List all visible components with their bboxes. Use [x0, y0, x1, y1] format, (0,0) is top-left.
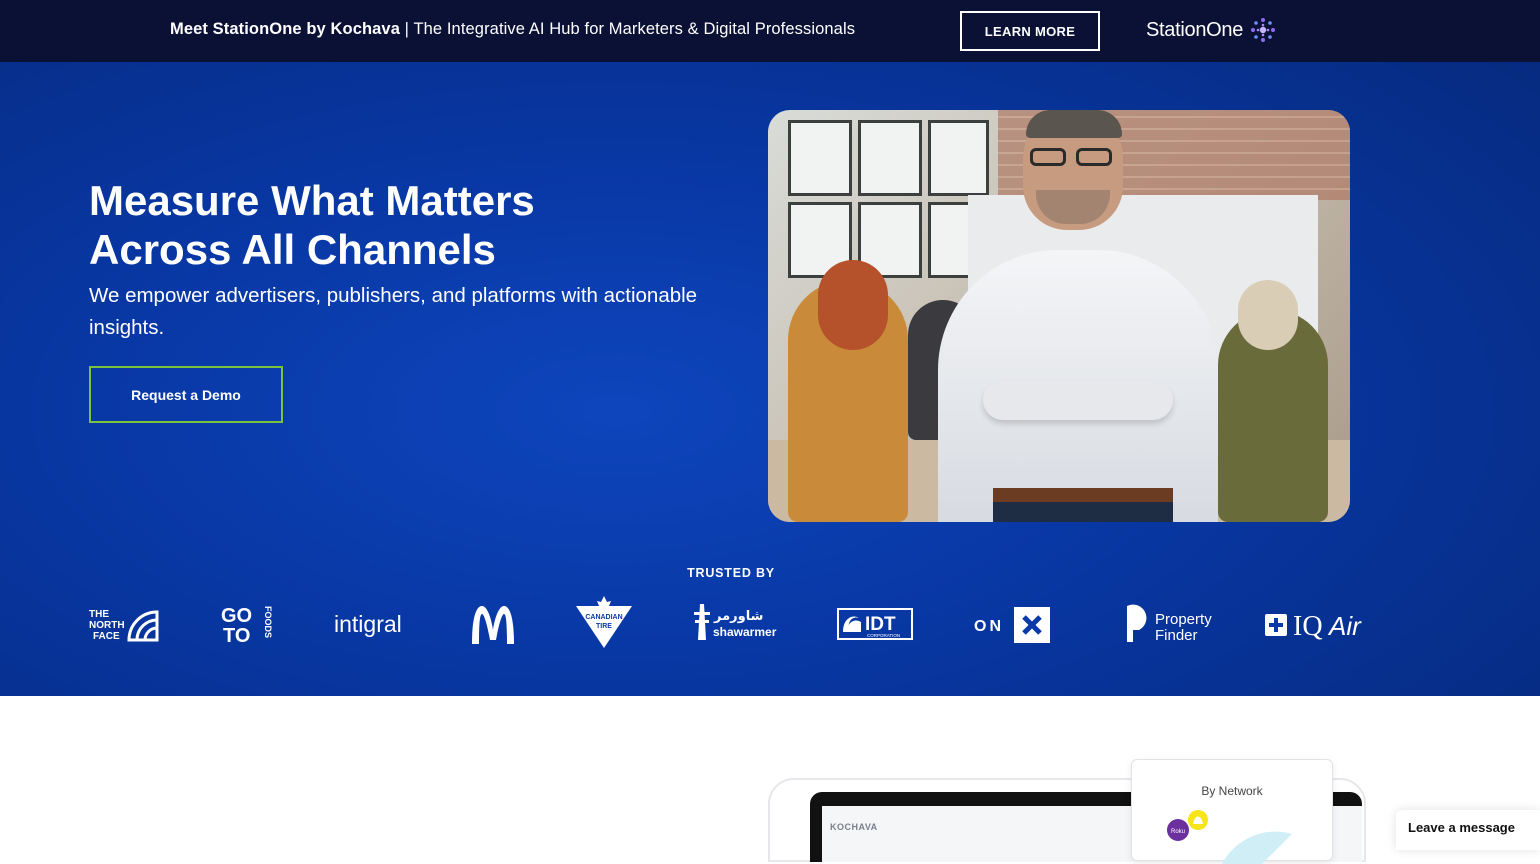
property-finder-logo: Property Finder [1125, 602, 1219, 646]
chat-widget-label: Leave a message [1408, 820, 1515, 835]
shawarmer-logo: شاورمر shawarmer [692, 600, 778, 646]
client-logos: THE NORTH FACE GO TO FOODS intigral CANA… [0, 594, 1540, 654]
svg-text:Finder: Finder [1155, 627, 1198, 644]
iqair-logo: IQ Air [1265, 606, 1375, 642]
photo-colleague-head [1238, 280, 1298, 350]
learn-more-button[interactable]: LEARN MORE [960, 11, 1100, 51]
svg-text:Roku: Roku [1171, 829, 1185, 835]
network-donut-chart: Roku [1167, 810, 1292, 864]
onx-logo: ON [974, 606, 1052, 644]
stationone-logo[interactable]: StationOne [1146, 16, 1277, 44]
svg-text:GO: GO [221, 605, 252, 627]
hero-title-line-2: Across All Channels [89, 226, 496, 273]
svg-text:intigral: intigral [334, 611, 402, 637]
stationone-logo-text: StationOne [1146, 18, 1244, 41]
announcement-text: Meet StationOne by Kochava | The Integra… [170, 20, 855, 39]
svg-text:TIRE: TIRE [596, 623, 612, 630]
hero-title-line-1: Measure What Matters [89, 177, 535, 224]
photo-glasses [1076, 148, 1112, 166]
svg-text:Air: Air [1327, 611, 1362, 641]
intigral-logo: intigral [334, 608, 410, 640]
announcement-tagline: The Integrative AI Hub for Marketers & D… [413, 20, 856, 38]
canadian-tire-logo: CANADIAN TIRE [574, 596, 634, 650]
hero-subtitle: We empower advertisers, publishers, and … [89, 284, 698, 339]
trusted-by-label: TRUSTED BY [687, 566, 775, 580]
svg-text:IDT: IDT [865, 614, 896, 635]
photo-window [858, 120, 922, 196]
photo-colleague-hair [818, 260, 888, 350]
photo-window [928, 120, 989, 196]
svg-text:shawarmer: shawarmer [713, 625, 777, 639]
announcement-brand: Meet StationOne by Kochava [170, 20, 400, 38]
svg-text:IQ: IQ [1293, 611, 1323, 642]
svg-text:CANADIAN: CANADIAN [585, 614, 622, 621]
photo-glasses [1030, 148, 1066, 166]
mcdonalds-logo [470, 604, 516, 644]
kochava-dashboard-brand: KOCHAVA [830, 822, 878, 832]
svg-text:Property: Property [1155, 611, 1212, 628]
idt-corporation-logo: IDT CORPORATION [837, 608, 913, 640]
svg-text:FACE: FACE [93, 631, 120, 642]
photo-belt [993, 488, 1173, 502]
svg-text:شاورمر: شاورمر [713, 609, 763, 624]
request-demo-button[interactable]: Request a Demo [89, 366, 283, 423]
the-north-face-logo: THE NORTH FACE [89, 604, 159, 644]
svg-text:CORPORATION: CORPORATION [867, 633, 900, 638]
hero-title: Measure What Matters Across All Channels [89, 176, 649, 274]
product-section: KOCHAVA By Network Roku Leave a message [0, 696, 1540, 864]
photo-pants [993, 502, 1173, 522]
stationone-burst-icon [1251, 18, 1276, 42]
photo-crossed-arms [983, 380, 1173, 420]
svg-text:NORTH: NORTH [89, 620, 125, 631]
by-network-card: By Network Roku [1131, 759, 1333, 864]
chat-widget[interactable]: Leave a message [1396, 810, 1540, 850]
svg-text:THE: THE [89, 609, 109, 620]
svg-text:ON: ON [974, 618, 1004, 635]
svg-text:TO: TO [223, 625, 250, 646]
by-network-title: By Network [1201, 784, 1263, 798]
go-to-foods-logo: GO TO FOODS [221, 602, 277, 646]
hero-section: Measure What Matters Across All Channels… [0, 62, 1540, 696]
announcement-separator: | [399, 20, 414, 38]
photo-window [788, 120, 852, 196]
hero-photo [768, 110, 1350, 522]
announcement-bar: Meet StationOne by Kochava | The Integra… [0, 0, 1540, 62]
photo-main-person-hair [1026, 110, 1122, 138]
svg-text:FOODS: FOODS [263, 606, 273, 638]
